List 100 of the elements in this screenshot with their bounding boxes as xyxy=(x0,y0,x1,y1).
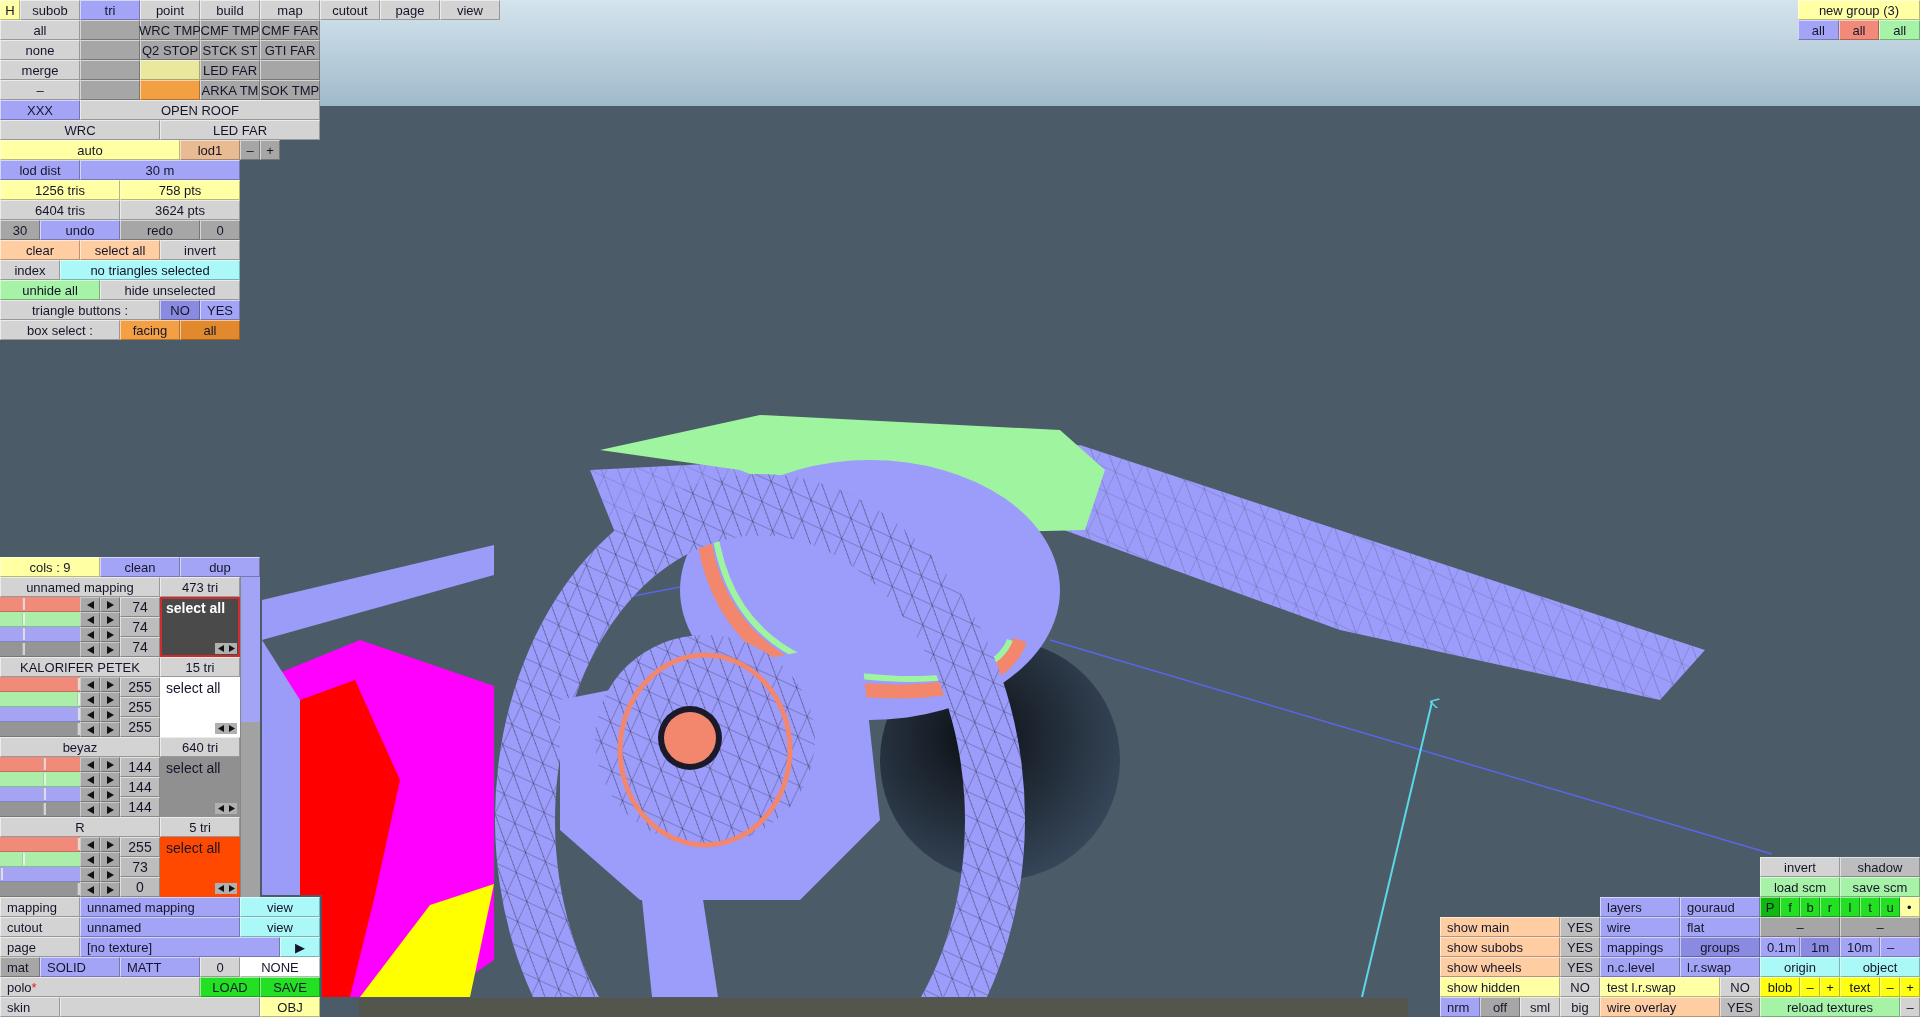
panel-button[interactable]: 1256 tris xyxy=(0,180,120,200)
value-field[interactable]: 74 xyxy=(120,617,160,637)
panel-button[interactable]: save scm xyxy=(1840,877,1920,897)
color-slider[interactable] xyxy=(0,677,80,692)
step-left-button[interactable] xyxy=(80,677,100,692)
step-left-button[interactable] xyxy=(80,772,100,787)
step-right-button[interactable] xyxy=(100,802,120,817)
panel-button[interactable]: 1m xyxy=(1800,937,1840,957)
step-right-button[interactable] xyxy=(226,723,237,734)
panel-button[interactable]: CMF FAR xyxy=(260,20,320,40)
panel-button[interactable]: index xyxy=(0,260,60,280)
value-field[interactable]: 144 xyxy=(120,757,160,777)
panel-button[interactable]: triangle buttons : xyxy=(0,300,160,320)
panel-button[interactable]: SOK TMP xyxy=(260,80,320,100)
list-scrollbar[interactable] xyxy=(240,577,260,897)
panel-button[interactable]: YES xyxy=(1560,917,1600,937)
panel-button[interactable]: 0 xyxy=(200,220,240,240)
slider-thumb[interactable] xyxy=(77,723,80,735)
panel-button[interactable]: YES xyxy=(1560,957,1600,977)
step-right-button[interactable] xyxy=(100,882,120,897)
panel-button[interactable]: t xyxy=(1860,897,1880,917)
panel-button[interactable]: NO xyxy=(160,300,200,320)
panel-button[interactable]: YES xyxy=(200,300,240,320)
step-right-button[interactable] xyxy=(100,867,120,882)
step-right-button[interactable] xyxy=(100,722,120,737)
step-left-button[interactable] xyxy=(80,802,100,817)
step-right-button[interactable] xyxy=(100,852,120,867)
step-left-button[interactable] xyxy=(80,612,100,627)
select-all-link[interactable]: select all xyxy=(166,760,221,776)
panel-button[interactable]: reload textures xyxy=(1760,997,1900,1017)
color-name-label[interactable]: R xyxy=(0,817,160,837)
panel-button[interactable]: l.r.swap xyxy=(1680,957,1760,977)
mode-tab[interactable]: view xyxy=(440,0,500,20)
value-field[interactable]: 255 xyxy=(120,697,160,717)
step-left-button[interactable] xyxy=(80,627,100,642)
slider-thumb[interactable] xyxy=(77,678,80,690)
slider-thumb[interactable] xyxy=(0,868,3,880)
panel-button[interactable]: WRC xyxy=(0,120,160,140)
step-right-button[interactable] xyxy=(100,692,120,707)
panel-button[interactable]: show main xyxy=(1440,917,1560,937)
panel-button[interactable]: GTI FAR xyxy=(260,40,320,60)
panel-button[interactable]: show subobs xyxy=(1440,937,1560,957)
panel-button[interactable]: LOAD xyxy=(200,977,260,997)
step-left-button[interactable] xyxy=(80,692,100,707)
panel-button[interactable]: SAVE xyxy=(260,977,320,997)
panel-button[interactable]: OPEN ROOF xyxy=(80,100,320,120)
panel-button[interactable]: + xyxy=(1820,977,1840,997)
color-slider[interactable] xyxy=(0,802,80,817)
color-slider[interactable] xyxy=(0,722,80,737)
mode-tab[interactable]: map xyxy=(260,0,320,20)
panel-button[interactable]: WRC TMP xyxy=(140,20,200,40)
value-field[interactable]: 144 xyxy=(120,777,160,797)
panel-button[interactable]: 30 m xyxy=(80,160,240,180)
panel-button[interactable]: l xyxy=(1840,897,1860,917)
step-left-button[interactable] xyxy=(80,707,100,722)
panel-button[interactable]: mapping xyxy=(0,897,80,917)
panel-button[interactable]: text xyxy=(1840,977,1880,997)
slider-thumb[interactable] xyxy=(43,758,47,770)
mode-tab[interactable]: point xyxy=(140,0,200,20)
panel-button[interactable]: 0.1m xyxy=(1760,937,1800,957)
step-left-button[interactable] xyxy=(80,882,100,897)
select-all-link[interactable]: select all xyxy=(166,680,221,696)
step-left-button[interactable] xyxy=(215,643,226,654)
step-right-button[interactable] xyxy=(100,772,120,787)
step-right-button[interactable] xyxy=(100,597,120,612)
step-left-button[interactable] xyxy=(80,837,100,852)
filter-button[interactable]: all xyxy=(1838,20,1880,40)
select-all-link[interactable]: select all xyxy=(166,600,226,616)
panel-button[interactable]: 6404 tris xyxy=(0,200,120,220)
step-right-button[interactable] xyxy=(226,643,237,654)
slider-thumb[interactable] xyxy=(22,853,26,865)
value-field[interactable]: 144 xyxy=(120,797,160,817)
slider-thumb[interactable] xyxy=(22,628,26,640)
panel-button[interactable]: invert xyxy=(1760,857,1840,877)
slider-thumb[interactable] xyxy=(77,838,80,850)
value-field[interactable]: 0 xyxy=(120,877,160,897)
h-button[interactable]: H xyxy=(0,0,20,20)
panel-button[interactable]: unnamed xyxy=(80,917,240,937)
slider-thumb[interactable] xyxy=(77,708,80,720)
color-slider[interactable] xyxy=(0,612,80,627)
step-left-button[interactable] xyxy=(80,642,100,657)
panel-button[interactable]: r xyxy=(1820,897,1840,917)
group-button[interactable]: new group (3) xyxy=(1798,0,1920,20)
slider-thumb[interactable] xyxy=(43,788,47,800)
color-slider[interactable] xyxy=(0,852,80,867)
mode-tab[interactable]: build xyxy=(200,0,260,20)
panel-button[interactable]: LED FAR xyxy=(160,120,320,140)
color-slider[interactable] xyxy=(0,837,80,852)
color-slider[interactable] xyxy=(0,642,80,657)
panel-button[interactable]: NONE xyxy=(240,957,320,977)
mode-tab[interactable]: page xyxy=(380,0,440,20)
step-left-button[interactable] xyxy=(215,803,226,814)
color-slider[interactable] xyxy=(0,757,80,772)
panel-button[interactable]: – xyxy=(1840,917,1920,937)
panel-button[interactable]: NO xyxy=(1720,977,1760,997)
panel-button[interactable]: blob xyxy=(1760,977,1800,997)
step-left-button[interactable] xyxy=(80,852,100,867)
panel-button[interactable]: mat xyxy=(0,957,40,977)
panel-button[interactable]: invert xyxy=(160,240,240,260)
filter-button[interactable]: all xyxy=(1798,20,1839,40)
